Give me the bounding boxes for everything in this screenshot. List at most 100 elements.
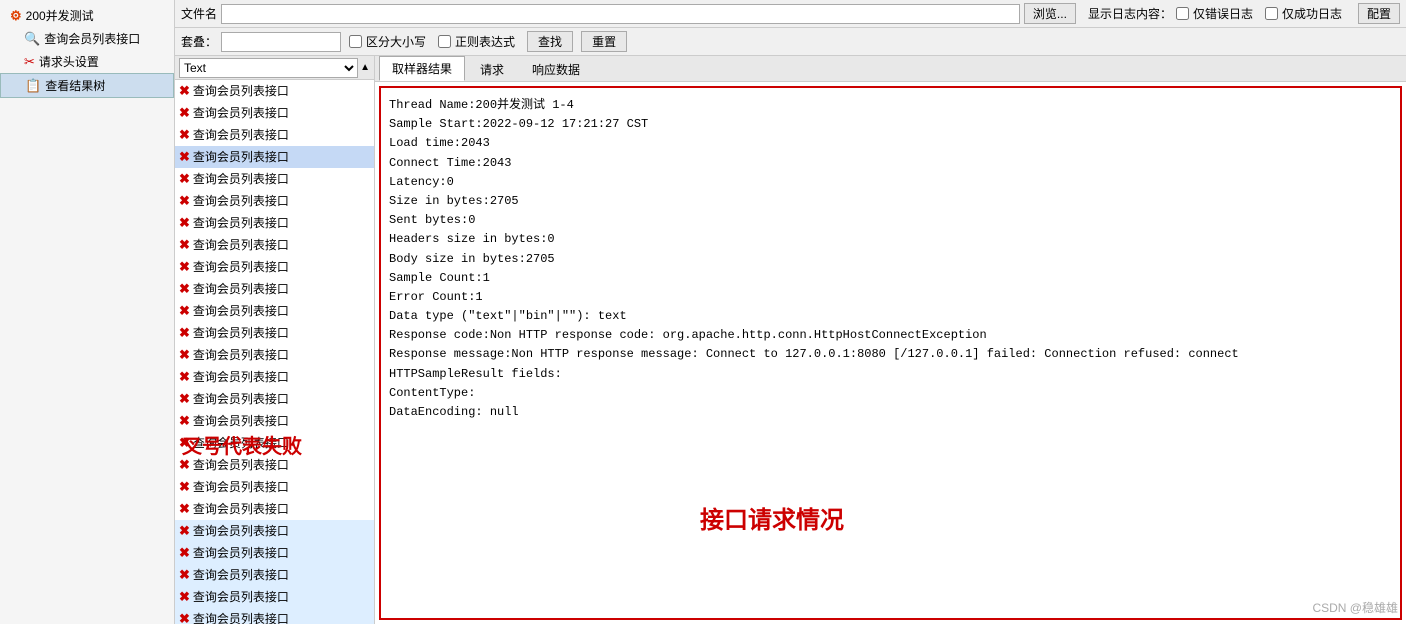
header-icon: ✂ [24, 54, 35, 70]
list-item[interactable]: ✖查询会员列表接口 [175, 564, 374, 586]
list-item[interactable]: ✖查询会员列表接口 [175, 410, 374, 432]
result-line: Body size in bytes:2705 [389, 250, 1392, 269]
regex-group: 正则表达式 [438, 33, 519, 50]
result-line: Response code:Non HTTP response code: or… [389, 326, 1392, 345]
sidebar-item-api-list[interactable]: 🔍 查询会员列表接口 [0, 27, 174, 50]
list-item[interactable]: ✖查询会员列表接口 [175, 300, 374, 322]
error-icon: ✖ [179, 391, 190, 407]
sidebar-item-label: 查看结果树 [45, 77, 105, 94]
error-icon: ✖ [179, 281, 190, 297]
success-log-label: 仅成功日志 [1282, 5, 1342, 22]
tab-request[interactable]: 请求 [467, 57, 517, 81]
error-log-checkbox[interactable] [1176, 7, 1189, 20]
result-content: Thread Name:200并发测试 1-4Sample Start:2022… [379, 86, 1402, 620]
result-line: Sent bytes:0 [389, 211, 1392, 230]
result-line: Thread Name:200并发测试 1-4 [389, 96, 1392, 115]
search-bar: 套叠： 区分大小写 正则表达式 查找 重置 [175, 28, 1406, 56]
list-item[interactable]: ✖查询会员列表接口 [175, 388, 374, 410]
error-log-group: 仅错误日志 [1176, 5, 1257, 22]
config-button[interactable]: 配置 [1358, 3, 1400, 24]
tab-response-data[interactable]: 响应数据 [519, 57, 593, 81]
error-icon: ✖ [179, 303, 190, 319]
api-list-icon: 🔍 [24, 31, 40, 47]
error-icon: ✖ [179, 259, 190, 275]
error-icon: ✖ [179, 413, 190, 429]
result-line: Data type ("text"|"bin"|""): text [389, 307, 1392, 326]
list-body[interactable]: ✖查询会员列表接口✖查询会员列表接口✖查询会员列表接口✖查询会员列表接口✖查询会… [175, 80, 374, 624]
list-item[interactable]: ✖查询会员列表接口 [175, 256, 374, 278]
error-icon: ✖ [179, 435, 190, 451]
error-icon: ✖ [179, 127, 190, 143]
error-icon: ✖ [179, 457, 190, 473]
result-line: Connect Time:2043 [389, 154, 1392, 173]
result-line: Headers size in bytes:0 [389, 230, 1392, 249]
list-item[interactable]: ✖查询会员列表接口 [175, 102, 374, 124]
search-label: 套叠： [181, 33, 217, 50]
case-group: 区分大小写 [349, 33, 430, 50]
sidebar: ⚙ 200并发测试 🔍 查询会员列表接口 ✂ 请求头设置 📋 查看结果树 [0, 0, 175, 624]
error-icon: ✖ [179, 567, 190, 583]
error-icon: ✖ [179, 215, 190, 231]
error-icon: ✖ [179, 171, 190, 187]
result-line: ContentType: [389, 384, 1392, 403]
result-line: DataEncoding: null [389, 403, 1392, 422]
error-icon: ✖ [179, 369, 190, 385]
error-icon: ✖ [179, 589, 190, 605]
error-icon: ✖ [179, 149, 190, 165]
tab-sampler-result[interactable]: 取样器结果 [379, 56, 465, 81]
error-icon: ✖ [179, 479, 190, 495]
list-item[interactable]: ✖查询会员列表接口 [175, 366, 374, 388]
regex-checkbox[interactable] [438, 35, 451, 48]
list-item[interactable]: ✖查询会员列表接口 [175, 146, 374, 168]
sidebar-item-label: 请求头设置 [39, 53, 99, 70]
file-input[interactable] [221, 4, 1020, 24]
list-item[interactable]: ✖查询会员列表接口 [175, 432, 374, 454]
reset-button[interactable]: 重置 [581, 31, 627, 52]
list-panel: Text ▲ ✖查询会员列表接口✖查询会员列表接口✖查询会员列表接口✖查询会员列… [175, 56, 375, 624]
result-line: Sample Start:2022-09-12 17:21:27 CST [389, 115, 1392, 134]
error-icon: ✖ [179, 325, 190, 341]
display-type-select[interactable]: Text [179, 58, 358, 78]
list-item[interactable]: ✖查询会员列表接口 [175, 586, 374, 608]
error-icon: ✖ [179, 193, 190, 209]
list-item[interactable]: ✖查询会员列表接口 [175, 190, 374, 212]
list-item[interactable]: ✖查询会员列表接口 [175, 212, 374, 234]
sidebar-item-test-group[interactable]: ⚙ 200并发测试 [0, 4, 174, 27]
scroll-up-arrow[interactable]: ▲ [360, 62, 370, 73]
case-checkbox[interactable] [349, 35, 362, 48]
browse-button[interactable]: 浏览... [1024, 3, 1076, 24]
result-line: Load time:2043 [389, 134, 1392, 153]
list-item[interactable]: ✖查询会员列表接口 [175, 80, 374, 102]
search-button[interactable]: 查找 [527, 31, 573, 52]
error-icon: ✖ [179, 545, 190, 561]
result-line: Size in bytes:2705 [389, 192, 1392, 211]
result-tree-icon: 📋 [25, 78, 41, 94]
list-item[interactable]: ✖查询会员列表接口 [175, 520, 374, 542]
result-line: Error Count:1 [389, 288, 1392, 307]
list-item[interactable]: ✖查询会员列表接口 [175, 234, 374, 256]
log-content-label: 显示日志内容： [1088, 5, 1172, 22]
main-area: 文件名 浏览... 显示日志内容： 仅错误日志 仅成功日志 配置 套叠： 区分大… [175, 0, 1406, 624]
result-line: HTTPSampleResult fields: [389, 365, 1392, 384]
list-header: Text ▲ [175, 56, 374, 80]
search-input[interactable] [221, 32, 341, 52]
list-item[interactable]: ✖查询会员列表接口 [175, 542, 374, 564]
result-line: Latency:0 [389, 173, 1392, 192]
case-label: 区分大小写 [366, 33, 426, 50]
list-item[interactable]: ✖查询会员列表接口 [175, 278, 374, 300]
test-group-icon: ⚙ [10, 8, 22, 24]
list-item[interactable]: ✖查询会员列表接口 [175, 344, 374, 366]
list-item[interactable]: ✖查询会员列表接口 [175, 608, 374, 624]
list-item[interactable]: ✖查询会员列表接口 [175, 322, 374, 344]
success-log-checkbox[interactable] [1265, 7, 1278, 20]
list-item[interactable]: ✖查询会员列表接口 [175, 476, 374, 498]
list-item[interactable]: ✖查询会员列表接口 [175, 124, 374, 146]
error-icon: ✖ [179, 237, 190, 253]
list-item[interactable]: ✖查询会员列表接口 [175, 498, 374, 520]
sidebar-item-result-tree[interactable]: 📋 查看结果树 [0, 73, 174, 98]
file-label: 文件名 [181, 5, 217, 22]
list-item[interactable]: ✖查询会员列表接口 [175, 168, 374, 190]
sidebar-item-header-setting[interactable]: ✂ 请求头设置 [0, 50, 174, 73]
list-item[interactable]: ✖查询会员列表接口 [175, 454, 374, 476]
error-icon: ✖ [179, 523, 190, 539]
